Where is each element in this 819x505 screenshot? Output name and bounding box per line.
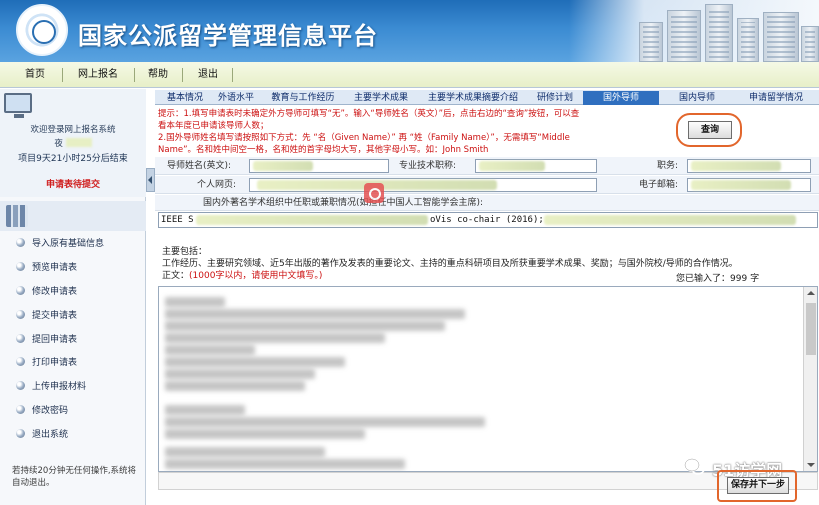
menu-bullet-icon [16,310,25,319]
menu-bullet-icon [16,334,25,343]
monitor-icon [4,93,32,118]
welcome-panel: 欢迎登录网上报名系统 夜 项目9天21小时25分后结束 申请表待提交 [0,89,146,197]
form-row-tutor: 导师姓名(英文): 专业技术职称: 职务: [155,157,819,175]
tab-achievements[interactable]: 主要学术成果 [349,91,413,105]
email-label: 电子邮箱: [639,180,679,190]
tab-achievement-summary[interactable]: 主要学术成果摘要介绍 [419,91,527,105]
menu-withdraw[interactable]: 提回申请表 [16,332,77,348]
title-label: 专业技术职称: [399,161,457,171]
academic-value-end: oVis co-chair (2016); [430,215,544,225]
menu-edit[interactable]: 修改申请表 [16,284,77,300]
scroll-down-icon[interactable] [807,463,815,467]
menu-bullet-icon [16,429,25,438]
auto-logout-notice: 若持续20分钟无任何操作,系统将自动退出。 [12,466,137,488]
academic-value-start: IEEE S [161,215,194,225]
tutor-name-label: 导师姓名(英文): [167,161,232,171]
hint-line-4: Name”。名和姓中间空一格，名和姓的首字母均大写，其他字母小写。如：John … [158,145,489,155]
wechat-icon [684,458,705,475]
menu-upload[interactable]: 上传申报材料 [16,379,86,395]
tab-study-plan[interactable]: 研修计划 [531,91,579,105]
query-button[interactable]: 查询 [688,121,732,139]
save-next-button[interactable]: 保存并下一步 [727,477,789,494]
header-banner: 国家公派留学管理信息平台 [0,0,819,62]
welcome-text: 欢迎登录网上报名系统 [30,125,116,135]
menu-bullet-icon [16,381,25,390]
menu-bullet-icon [16,405,25,414]
desc-body: 工作经历、主要研究领域、近5年出版的著作及发表的重要论文、主持的重点科研项目及所… [162,259,738,269]
text-limit-note: (1000字以内，请使用中文填写。) [189,271,323,281]
nav-help[interactable]: 帮助 [140,62,176,88]
nav-logout[interactable]: 退出 [188,62,228,88]
tab-language[interactable]: 外语水平 [213,91,259,105]
countdown-text: 项目9天21小时25分后结束 [18,154,128,164]
form-row-contact: 个人网页: 电子邮箱: [155,176,819,194]
overlay-app-icon [364,183,384,203]
user-name: 夜 [4,137,142,149]
menu-bullet-icon [16,262,25,271]
homepage-label: 个人网页: [197,180,237,190]
hint-line-1: 提示：1.填写申请表时未确定外方导师可填写“无”。输入“导师姓名（英文）”后，点… [158,109,580,119]
collapse-arrow-icon[interactable] [146,168,155,192]
hint-line-2: 看本年度已申请该导师人数； [158,121,269,131]
menu-bullet-icon [16,238,25,247]
application-status: 申请表待提交 [45,180,100,190]
menu-exit[interactable]: 退出系统 [16,427,68,443]
menu-submit[interactable]: 提交申请表 [16,308,77,324]
menu-bullet-icon [16,286,25,295]
position-label: 职务: [657,161,679,171]
menu-change-password[interactable]: 修改密码 [16,403,68,419]
menu-preview[interactable]: 预览申请表 [16,260,77,276]
form-tabs: 基本情况 外语水平 教育与工作经历 主要学术成果 主要学术成果摘要介绍 研修计划… [155,90,819,105]
desc-heading: 主要包括： [162,247,208,257]
sidebar: 欢迎登录网上报名系统 夜 项目9天21小时25分后结束 申请表待提交 导入原有基… [0,89,146,505]
menu-import-info[interactable]: 导入原有基础信息 [16,236,104,252]
menu-print[interactable]: 打印申请表 [16,355,77,371]
hint-line-3: 2.国外导师姓名填写请按照如下方式：先 “名（Given Name）” 再 “姓… [158,133,570,143]
scroll-thumb[interactable] [806,303,816,355]
vertical-scrollbar[interactable] [803,287,817,471]
desc-text-label: 正文：(1000字以内，请使用中文填写。) [162,271,323,281]
menu-bullet-icon [16,357,25,366]
csc-logo-icon [16,4,68,56]
scroll-up-icon[interactable] [807,291,815,295]
tab-foreign-tutor[interactable]: 国外导师 [583,91,659,105]
menu-header [0,201,146,231]
top-nav: 首页 网上报名 帮助 退出 [0,62,819,88]
nav-home[interactable]: 首页 [12,62,58,88]
site-title: 国家公派留学管理信息平台 [78,22,378,50]
form-row-academic: 国内外著名学术组织中任职或兼职情况(如担任中国人工智能学会主席): [155,195,819,211]
buildings-image [569,0,819,62]
academic-label: 国内外著名学术组织中任职或兼职情况(如担任中国人工智能学会主席): [203,198,484,208]
tab-education-work[interactable]: 教育与工作经历 [263,91,343,105]
main-text-area[interactable] [158,286,818,472]
tab-basic-info[interactable]: 基本情况 [159,91,211,105]
books-icon [6,205,28,227]
tab-study-abroad[interactable]: 申请留学情况 [735,91,817,105]
nav-online-apply[interactable]: 网上报名 [68,62,128,88]
tab-domestic-tutor[interactable]: 国内导师 [663,91,731,105]
char-count: 您已输入了：999 字 [676,274,760,284]
